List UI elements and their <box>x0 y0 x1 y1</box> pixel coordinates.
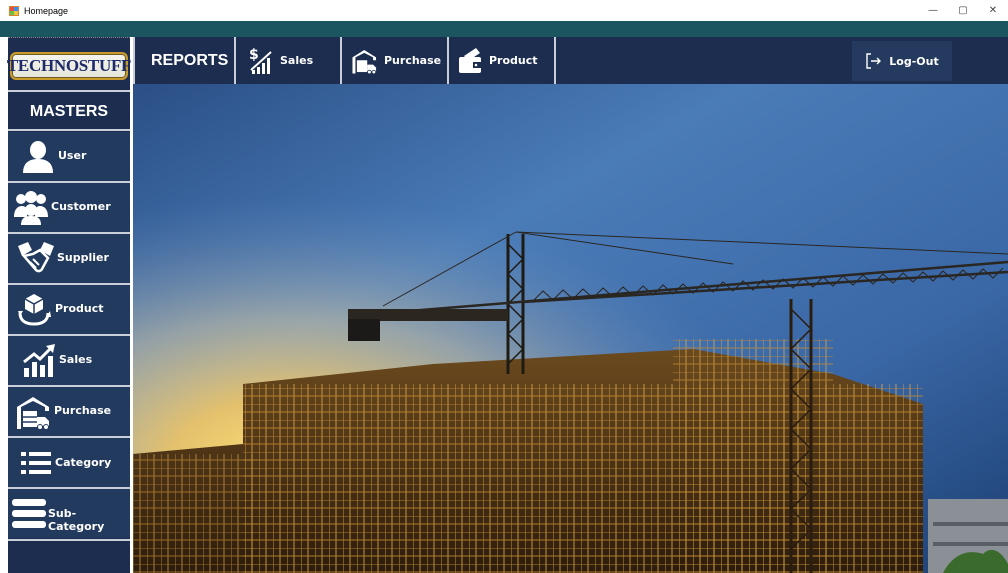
user-icon <box>23 141 53 173</box>
svg-text:$: $ <box>249 47 259 63</box>
close-button[interactable]: ✕ <box>978 0 1008 21</box>
minimize-button[interactable]: — <box>918 0 948 21</box>
sidebar-item-label: Sales <box>59 353 93 366</box>
sidebar-item-label: Purchase <box>54 404 112 417</box>
nav-item-label: Sales <box>280 54 314 67</box>
divider <box>8 129 130 131</box>
product-wallet-icon <box>459 47 481 73</box>
divider <box>340 37 342 84</box>
sidebar-item-label: Customer <box>51 200 111 213</box>
nav-item-sales-report[interactable]: $ Sales <box>249 37 313 84</box>
warehouse-truck-icon <box>17 397 49 430</box>
nav-item-label: Purchase <box>384 54 442 67</box>
logout-label: Log-Out <box>889 54 939 68</box>
divider <box>133 37 135 84</box>
divider <box>8 90 130 92</box>
logout-button[interactable]: Log-Out <box>852 41 952 81</box>
window-title: Homepage <box>24 5 69 16</box>
sidebar-item-user[interactable]: User <box>8 132 130 181</box>
nav-item-product-report[interactable]: Product <box>458 37 538 84</box>
sales-chart-icon <box>23 344 55 377</box>
divider <box>234 37 236 84</box>
technostuff-logo: TECHNOSTUFF <box>6 52 132 80</box>
handshake-icon <box>18 242 54 273</box>
logo-area: TECHNOSTUFF <box>6 37 132 89</box>
construction-background-image <box>133 84 1008 573</box>
product-box-icon <box>18 294 51 326</box>
divider <box>447 37 449 84</box>
sidebar-item-sales[interactable]: Sales <box>8 336 130 385</box>
app-icon <box>9 5 19 16</box>
sidebar-item-customer[interactable]: Customer <box>8 183 130 232</box>
sidebar-item-label: Supplier <box>57 251 109 264</box>
sidebar-item-label: Product <box>55 302 104 315</box>
restore-button[interactable]: ▢ <box>948 0 978 21</box>
logout-icon <box>866 53 882 69</box>
sidebar-item-sub-category[interactable]: Sub-Category <box>8 489 130 538</box>
divider <box>8 539 130 541</box>
sidebar: TECHNOSTUFF MASTERS User Customer Suppli… <box>6 37 132 573</box>
reports-heading: REPORTS <box>151 51 229 69</box>
sidebar-item-product[interactable]: Product <box>8 285 130 334</box>
header-strip <box>0 21 1008 37</box>
divider <box>554 37 556 84</box>
sidebar-item-label: User <box>58 149 87 162</box>
nav-item-label: Product <box>489 54 538 67</box>
sidebar-item-label: Sub-Category <box>48 507 105 533</box>
sidebar-item-category[interactable]: Category <box>8 438 130 487</box>
dollar-chart-icon: $ <box>249 47 272 74</box>
sidebar-item-supplier[interactable]: Supplier <box>8 234 130 283</box>
stacked-bars-icon <box>12 499 46 528</box>
nav-item-purchase-report[interactable]: Purchase <box>351 37 441 84</box>
sidebar-item-label: Category <box>55 456 112 469</box>
list-icon <box>21 452 51 474</box>
construction-scene <box>133 84 1008 573</box>
masters-heading: MASTERS <box>29 103 109 120</box>
sidebar-item-purchase[interactable]: Purchase <box>8 387 130 436</box>
customer-group-icon <box>14 191 48 225</box>
warehouse-truck-icon <box>352 49 377 74</box>
window-title-bar: Homepage — ▢ ✕ <box>0 0 1008 21</box>
logo-text: TECHNOSTUFF <box>6 56 132 75</box>
top-navigation: REPORTS $ Sales Purchase Product Log-Out <box>133 37 1008 84</box>
